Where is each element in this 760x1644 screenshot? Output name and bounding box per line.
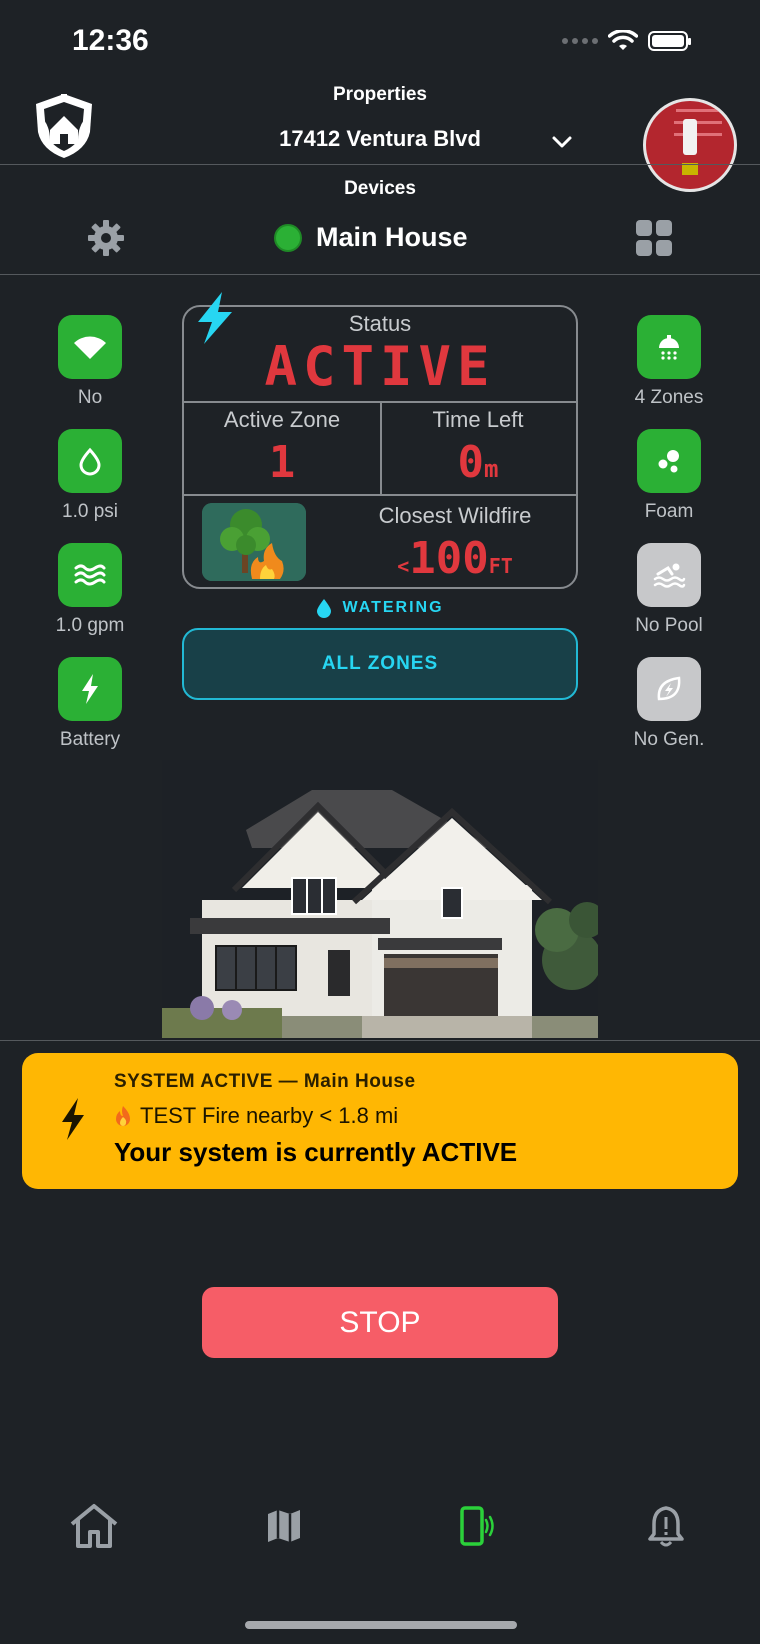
water-drop-icon bbox=[317, 599, 332, 618]
generator-tile[interactable]: No Gen. bbox=[609, 657, 729, 751]
time-left-label: Time Left bbox=[432, 407, 524, 432]
device-status-dot bbox=[274, 223, 302, 252]
tab-map[interactable] bbox=[254, 1496, 314, 1556]
banner-fire-text: TEST Fire nearby < 1.8 mi bbox=[140, 1103, 399, 1128]
lightning-icon bbox=[62, 1098, 84, 1140]
generator-label: No Gen. bbox=[633, 729, 705, 750]
pressure-label: 1.0 psi bbox=[62, 501, 118, 522]
wildfire-number: 100 bbox=[409, 533, 489, 584]
pool-label: No Pool bbox=[635, 615, 703, 636]
bolt-badge-icon bbox=[198, 292, 232, 344]
status-label: Status bbox=[348, 311, 412, 336]
wifi-tile[interactable]: No bbox=[30, 315, 150, 409]
chevron-down-icon[interactable] bbox=[550, 130, 574, 154]
wildfire-unit: FT bbox=[488, 554, 513, 578]
panel-divider bbox=[184, 494, 576, 496]
wildfire-value: <100FT bbox=[344, 533, 566, 584]
foam-tile[interactable]: Foam bbox=[609, 429, 729, 523]
foam-label: Foam bbox=[644, 501, 694, 522]
generator-icon bbox=[657, 676, 681, 701]
grid-view-icon[interactable] bbox=[636, 220, 672, 256]
watering-label: WATERING bbox=[342, 599, 444, 616]
wifi-label: No bbox=[77, 387, 103, 408]
stop-button[interactable]: STOP bbox=[202, 1287, 558, 1358]
system-active-banner[interactable]: SYSTEM ACTIVE — Main House TEST Fire nea… bbox=[22, 1053, 738, 1189]
pressure-tile[interactable]: 1.0 psi bbox=[30, 429, 150, 523]
water-flow-icon bbox=[74, 564, 106, 586]
banner-fire-line: TEST Fire nearby < 1.8 mi bbox=[114, 1103, 398, 1129]
status-icons bbox=[562, 30, 691, 52]
fire-icon bbox=[116, 1106, 130, 1126]
wildfire-image bbox=[202, 503, 306, 581]
time-left-value: 0m bbox=[380, 437, 576, 488]
sprinkler-icon bbox=[659, 335, 679, 360]
map-icon bbox=[268, 1510, 300, 1542]
banner-message: Your system is currently ACTIVE bbox=[114, 1137, 518, 1167]
tab-home[interactable] bbox=[64, 1496, 124, 1556]
gear-icon[interactable] bbox=[86, 218, 126, 258]
device-active-icon bbox=[460, 1506, 494, 1546]
lightning-icon bbox=[82, 674, 98, 704]
wifi-status-icon bbox=[608, 30, 638, 50]
all-zones-button[interactable]: ALL ZONES bbox=[182, 628, 578, 700]
zones-label: 4 Zones bbox=[634, 387, 704, 408]
bell-alert-icon bbox=[648, 1506, 684, 1547]
status-panel: Status ACTIVE Active Zone 1 Time Left 0m… bbox=[182, 305, 578, 589]
water-drop-icon bbox=[79, 447, 101, 476]
device-selector[interactable]: Main House bbox=[274, 222, 468, 253]
wildfire-prefix: < bbox=[397, 554, 410, 578]
content-divider bbox=[0, 1040, 760, 1041]
status-time: 12:36 bbox=[72, 24, 149, 57]
home-icon bbox=[70, 1504, 118, 1548]
battery-icon bbox=[648, 31, 691, 51]
pool-icon bbox=[653, 563, 686, 588]
tree-fire-icon bbox=[202, 503, 306, 581]
house-image bbox=[162, 760, 598, 1038]
time-left-unit: m bbox=[484, 455, 499, 483]
foam-icon bbox=[658, 450, 679, 473]
banner-title: SYSTEM ACTIVE — Main House bbox=[114, 1071, 416, 1092]
active-zone-value: 1 bbox=[268, 437, 296, 488]
flow-tile[interactable]: 1.0 gpm bbox=[30, 543, 150, 637]
flow-label: 1.0 gpm bbox=[55, 615, 125, 636]
watering-indicator: WATERING bbox=[0, 598, 760, 618]
pool-tile[interactable]: No Pool bbox=[609, 543, 729, 637]
home-indicator[interactable] bbox=[245, 1621, 517, 1629]
properties-label: Properties bbox=[333, 84, 427, 105]
device-name: Main House bbox=[316, 222, 468, 252]
devices-divider bbox=[0, 274, 760, 275]
battery-tile[interactable]: Battery bbox=[30, 657, 150, 751]
wifi-icon bbox=[74, 336, 106, 359]
devices-label: Devices bbox=[344, 178, 416, 199]
tab-alerts[interactable] bbox=[636, 1496, 696, 1556]
zones-tile[interactable]: 4 Zones bbox=[609, 315, 729, 409]
header-divider bbox=[0, 164, 760, 165]
wildfire-label: Closest Wildfire bbox=[378, 503, 532, 528]
tab-device[interactable] bbox=[446, 1496, 506, 1556]
active-zone-label: Active Zone bbox=[223, 407, 341, 432]
time-left-number: 0 bbox=[457, 437, 485, 488]
status-value: ACTIVE bbox=[264, 335, 496, 398]
battery-label: Battery bbox=[59, 729, 121, 750]
signal-icon bbox=[562, 38, 598, 44]
